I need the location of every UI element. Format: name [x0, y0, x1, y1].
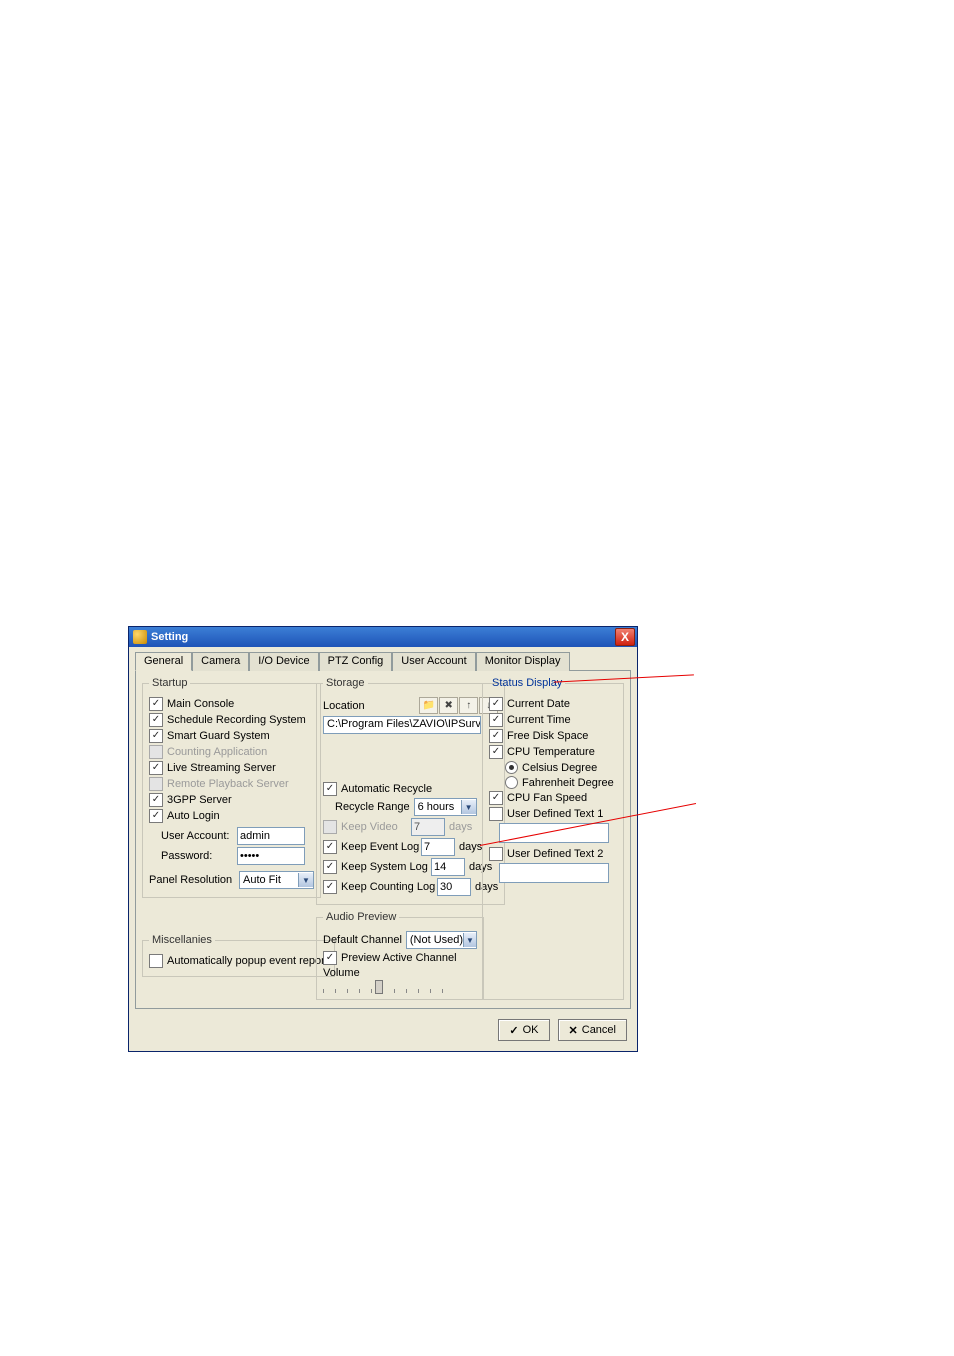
- password-input[interactable]: [237, 847, 305, 865]
- delete-button[interactable]: ✖: [439, 697, 458, 714]
- recycle-range-label: Recycle Range: [335, 801, 410, 813]
- chk-remote-playback: [149, 777, 163, 791]
- panel-res-dropdown[interactable]: Auto Fit ▼: [239, 871, 314, 889]
- user-account-label: User Account:: [161, 830, 233, 842]
- slider-thumb[interactable]: [375, 980, 383, 994]
- location-path[interactable]: C:\Program Files\ZAVIO\IPSurve…: [323, 716, 481, 734]
- chk-keep-event[interactable]: ✓: [323, 840, 337, 854]
- user-account-input[interactable]: [237, 827, 305, 845]
- chk-popup-report[interactable]: [149, 954, 163, 968]
- location-label: Location: [323, 700, 365, 712]
- chk-preview-active[interactable]: ✓: [323, 951, 337, 965]
- x-icon: ✕: [569, 1024, 578, 1037]
- keep-system-days[interactable]: [431, 858, 465, 876]
- status-legend: Status Display: [489, 677, 565, 689]
- panel-res-label: Panel Resolution: [149, 874, 235, 886]
- tab-monitor-display[interactable]: Monitor Display: [476, 652, 570, 671]
- password-label: Password:: [161, 850, 233, 862]
- keep-video-days: [411, 818, 445, 836]
- miscellanies-group: Miscellanies Automatically popup event r…: [142, 934, 335, 977]
- chk-current-date[interactable]: ✓: [489, 697, 503, 711]
- startup-group: Startup ✓Main Console ✓Schedule Recordin…: [142, 677, 321, 898]
- misc-legend: Miscellanies: [149, 934, 215, 946]
- udt2-input[interactable]: [499, 863, 609, 883]
- radio-fahrenheit[interactable]: [505, 776, 518, 789]
- ok-button[interactable]: ✓OK: [498, 1019, 549, 1041]
- tab-body: Startup ✓Main Console ✓Schedule Recordin…: [135, 670, 631, 1009]
- status-display-group: Status Display ✓Current Date ✓Current Ti…: [482, 677, 624, 1000]
- titlebar: Setting X: [129, 627, 637, 647]
- chk-main-console[interactable]: ✓: [149, 697, 163, 711]
- volume-slider[interactable]: [323, 981, 443, 993]
- audio-preview-group: Audio Preview Default Channel (Not Used)…: [316, 911, 484, 1000]
- chk-smart-guard[interactable]: ✓: [149, 729, 163, 743]
- chk-schedule-recording[interactable]: ✓: [149, 713, 163, 727]
- recycle-range-dropdown[interactable]: 6 hours ▼: [414, 798, 477, 816]
- storage-legend: Storage: [323, 677, 368, 689]
- dialog-buttons: ✓OK ✕Cancel: [129, 1013, 637, 1051]
- chk-keep-counting[interactable]: ✓: [323, 880, 337, 894]
- chk-current-time[interactable]: ✓: [489, 713, 503, 727]
- chk-cpu-fan[interactable]: ✓: [489, 791, 503, 805]
- storage-group: Storage Location 📁 ✖ ↑ ↓ C:\Program File…: [316, 677, 505, 905]
- move-up-button[interactable]: ↑: [459, 697, 478, 714]
- tab-user-account[interactable]: User Account: [392, 652, 475, 671]
- chk-auto-login[interactable]: ✓: [149, 809, 163, 823]
- radio-celsius[interactable]: [505, 761, 518, 774]
- tab-general[interactable]: General: [135, 652, 192, 671]
- keep-event-days[interactable]: [421, 838, 455, 856]
- chk-udt1[interactable]: [489, 807, 503, 821]
- check-icon: ✓: [509, 1024, 518, 1037]
- x-icon: X: [621, 631, 629, 643]
- startup-legend: Startup: [149, 677, 190, 689]
- chk-auto-recycle[interactable]: ✓: [323, 782, 337, 796]
- chevron-down-icon: ▼: [463, 933, 476, 947]
- udt1-input[interactable]: [499, 823, 609, 843]
- chk-keep-system[interactable]: ✓: [323, 860, 337, 874]
- audio-legend: Audio Preview: [323, 911, 399, 923]
- volume-label: Volume: [323, 967, 360, 979]
- chk-udt2[interactable]: [489, 847, 503, 861]
- app-icon: [133, 630, 147, 644]
- chk-3gpp[interactable]: ✓: [149, 793, 163, 807]
- chevron-down-icon: ▼: [461, 800, 476, 814]
- default-channel-label: Default Channel: [323, 934, 402, 946]
- chk-live-streaming[interactable]: ✓: [149, 761, 163, 775]
- tab-strip: General Camera I/O Device PTZ Config Use…: [129, 647, 637, 670]
- chk-cpu-temp[interactable]: ✓: [489, 745, 503, 759]
- tab-io-device[interactable]: I/O Device: [249, 652, 318, 671]
- tab-ptz-config[interactable]: PTZ Config: [319, 652, 393, 671]
- cancel-button[interactable]: ✕Cancel: [558, 1019, 627, 1041]
- browse-button[interactable]: 📁: [419, 697, 438, 714]
- default-channel-dropdown[interactable]: (Not Used) ▼: [406, 931, 477, 949]
- chevron-down-icon: ▼: [298, 873, 313, 887]
- tab-camera[interactable]: Camera: [192, 652, 249, 671]
- chk-counting-app: [149, 745, 163, 759]
- chk-free-disk[interactable]: ✓: [489, 729, 503, 743]
- window-title: Setting: [151, 631, 188, 643]
- keep-counting-days[interactable]: [437, 878, 471, 896]
- close-button[interactable]: X: [615, 628, 635, 646]
- chk-keep-video: [323, 820, 337, 834]
- setting-dialog: Setting X General Camera I/O Device PTZ …: [128, 626, 638, 1052]
